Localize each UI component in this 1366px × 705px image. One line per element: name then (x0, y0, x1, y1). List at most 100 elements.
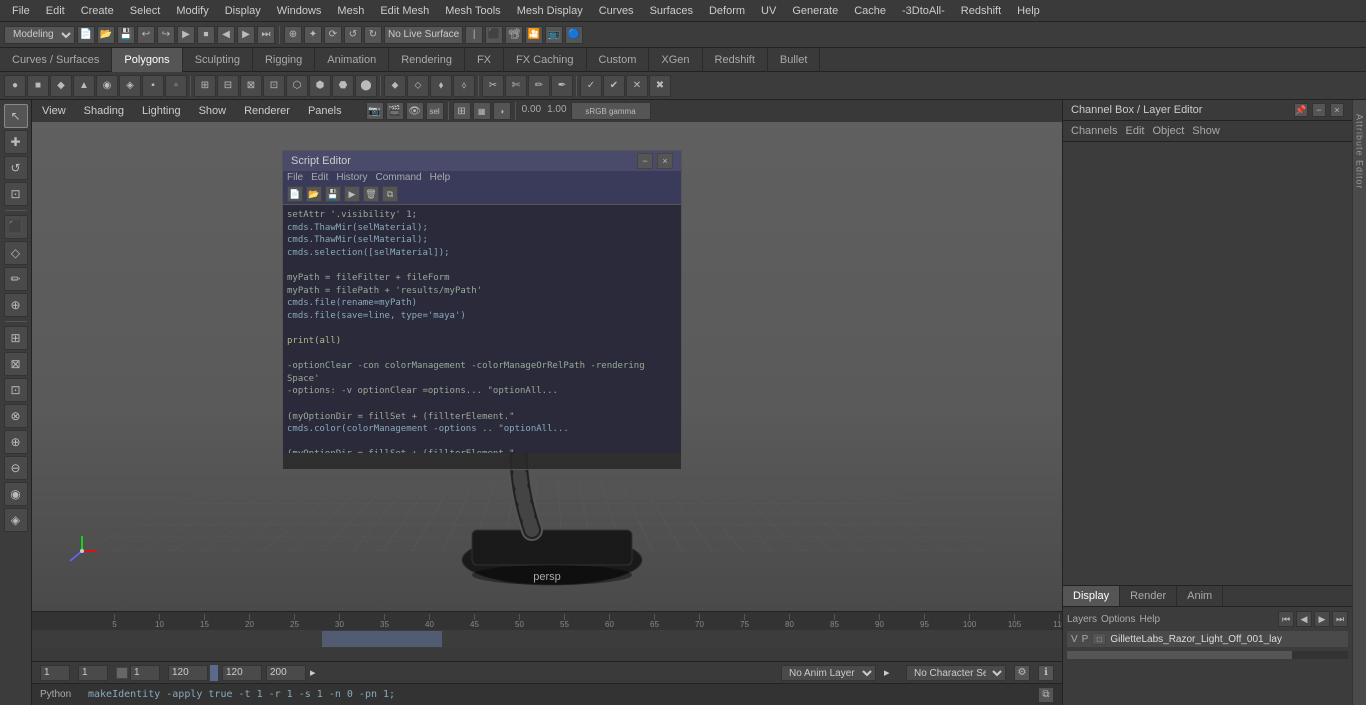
tab-fx[interactable]: FX (465, 48, 504, 72)
toolbar-icon-2[interactable]: ◆ (50, 75, 72, 97)
range-arrow[interactable]: ▸ (310, 666, 324, 679)
menu-item-mesh-tools[interactable]: Mesh Tools (437, 3, 508, 19)
tb-icon-b-1[interactable]: ✦ (304, 26, 322, 44)
toggle-3[interactable]: ⊗ (4, 404, 28, 428)
attr-editor-tab[interactable]: Attribute Editor (1354, 110, 1366, 194)
tab-rendering[interactable]: Rendering (389, 48, 465, 72)
frame-field-2[interactable] (78, 665, 108, 681)
toolbar-icon-3[interactable]: ▲ (73, 75, 95, 97)
vp-icon-film[interactable]: 🎬 (386, 102, 404, 120)
3d-viewport[interactable]: View Shading Lighting Show Renderer Pane… (32, 100, 1062, 611)
tab-bullet[interactable]: Bullet (768, 48, 821, 72)
tb-icon-c-3[interactable]: 🎦 (525, 26, 543, 44)
tb-icon-b-3[interactable]: ↺ (344, 26, 362, 44)
orient-tool[interactable]: ◉ (4, 482, 28, 506)
toolbar-icon-12[interactable]: ⬡ (286, 75, 308, 97)
tb-icon-c-0[interactable]: | (465, 26, 483, 44)
vp-icon-sel[interactable]: sel (426, 102, 444, 120)
channel-box-close[interactable]: × (1330, 103, 1344, 117)
toolbar-icon-25[interactable]: ✔ (603, 75, 625, 97)
tb-icon-c-4[interactable]: 📺 (545, 26, 563, 44)
toolbar-icon-20[interactable]: ✂ (482, 75, 504, 97)
menu-item-uv[interactable]: UV (753, 3, 784, 19)
menu-item-windows[interactable]: Windows (269, 3, 330, 19)
menu-item-select[interactable]: Select (122, 3, 169, 19)
menu-item-mesh[interactable]: Mesh (329, 3, 372, 19)
se-icon-new[interactable]: 📄 (287, 186, 303, 202)
tb-icon-1[interactable]: 📂 (97, 26, 115, 44)
paint-tool[interactable]: ✏ (4, 267, 28, 291)
se-icon-copy[interactable]: ⧉ (382, 186, 398, 202)
rotate-tool[interactable]: ↺ (4, 156, 28, 180)
layers-nav-prev1[interactable]: ⏮ (1278, 611, 1294, 627)
vp-icon-grid[interactable]: ⊞ (453, 102, 471, 120)
vp-menu-view[interactable]: View (38, 103, 70, 119)
tab-xgen[interactable]: XGen (649, 48, 702, 72)
toolbar-icon-11[interactable]: ⊡ (263, 75, 285, 97)
rect-select[interactable]: ⊞ (4, 326, 28, 350)
vp-icon-poly[interactable]: ▦ (473, 102, 491, 120)
toggle-5[interactable]: ⊖ (4, 456, 28, 480)
toolbar-icon-5[interactable]: ◈ (119, 75, 141, 97)
lasso-tool[interactable]: ◇ (4, 241, 28, 265)
tb-icon-c-5[interactable]: 🔵 (565, 26, 583, 44)
toggle-2[interactable]: ⊡ (4, 378, 28, 402)
vp-menu-lighting[interactable]: Lighting (138, 103, 185, 119)
menu-item-create[interactable]: Create (73, 3, 122, 19)
menu-item-redshift[interactable]: Redshift (953, 3, 1009, 19)
vp-menu-show[interactable]: Show (195, 103, 231, 119)
toolbar-icon-7[interactable]: ▫ (165, 75, 187, 97)
toolbar-icon-4[interactable]: ◉ (96, 75, 118, 97)
tb-icon-0[interactable]: 📄 (77, 26, 95, 44)
tab-sculpting[interactable]: Sculpting (183, 48, 253, 72)
menu-item-file[interactable]: File (4, 3, 38, 19)
vp-menu-renderer[interactable]: Renderer (240, 103, 294, 119)
menu-item-surfaces[interactable]: Surfaces (642, 3, 701, 19)
ch-menu-show[interactable]: Show (1192, 125, 1220, 137)
layers-scrollbar-thumb[interactable] (1067, 651, 1292, 659)
channel-box-pin[interactable]: 📌 (1294, 103, 1308, 117)
se-icon-clear[interactable]: 🗑 (363, 186, 379, 202)
timeline-bar[interactable] (32, 630, 1062, 648)
layer-color-box[interactable]: □ (1092, 633, 1106, 645)
current-frame-field[interactable] (40, 665, 70, 681)
layers-menu-help[interactable]: Help (1139, 614, 1160, 625)
range-end-input[interactable] (266, 665, 306, 681)
toolbar-icon-27[interactable]: ✖ (649, 75, 671, 97)
frame-field-3[interactable] (130, 665, 160, 681)
se-menu-edit[interactable]: Edit (311, 172, 328, 183)
tab-fx-caching[interactable]: FX Caching (504, 48, 586, 72)
se-icon-run[interactable]: ▶ (344, 186, 360, 202)
script-editor-close[interactable]: × (657, 153, 673, 169)
tab-curves---surfaces[interactable]: Curves / Surfaces (0, 48, 112, 72)
settings-icon[interactable]: ⚙ (1014, 665, 1030, 681)
end-frame-input[interactable] (222, 665, 262, 681)
vp-menu-shading[interactable]: Shading (80, 103, 128, 119)
layers-scrollbar[interactable] (1067, 651, 1348, 659)
ch-menu-edit[interactable]: Edit (1125, 125, 1144, 137)
layer-visibility[interactable]: V (1071, 634, 1078, 645)
toolbar-icon-23[interactable]: ✒ (551, 75, 573, 97)
toolbar-icon-22[interactable]: ✏ (528, 75, 550, 97)
tb-icon-2[interactable]: 💾 (117, 26, 135, 44)
tab-polygons[interactable]: Polygons (112, 48, 182, 72)
menu-item-help[interactable]: Help (1009, 3, 1048, 19)
tb-icon-9[interactable]: ⏭ (257, 26, 275, 44)
menu-item-cache[interactable]: Cache (846, 3, 894, 19)
tb-icon-8[interactable]: ▶ (237, 26, 255, 44)
tb-icon-c-2[interactable]: 📽 (505, 26, 523, 44)
current-time-input[interactable] (168, 665, 208, 681)
toggle-4[interactable]: ⊕ (4, 430, 28, 454)
toolbar-icon-15[interactable]: ⬤ (355, 75, 377, 97)
layers-nav-next[interactable]: ▶ (1314, 611, 1330, 627)
no-live-surface-button[interactable]: No Live Surface (384, 26, 463, 44)
toolbar-icon-17[interactable]: ⬦ (407, 75, 429, 97)
toolbar-icon-0[interactable]: ● (4, 75, 26, 97)
scale-tool[interactable]: ⊡ (4, 182, 28, 206)
tb-icon-4[interactable]: ↪ (157, 26, 175, 44)
vp-icon-camera[interactable]: 📷 (366, 102, 384, 120)
tab-rigging[interactable]: Rigging (253, 48, 315, 72)
python-copy-icon[interactable]: ⧉ (1038, 687, 1054, 703)
tab-redshift[interactable]: Redshift (703, 48, 768, 72)
toggle-1[interactable]: ⊠ (4, 352, 28, 376)
